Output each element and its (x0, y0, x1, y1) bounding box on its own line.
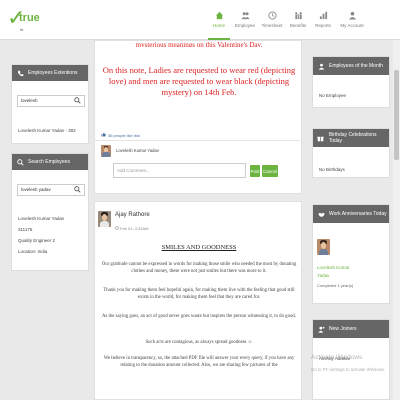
likes-count[interactable]: 36 people like this (101, 132, 140, 138)
panel-title: Employees Extentions (28, 70, 78, 76)
post-date: Feb 01, 4:33AM (115, 226, 148, 231)
employees-of-month-panel: Employees of the Month No Employee (312, 56, 390, 108)
gift-icon (317, 134, 325, 142)
clock-icon (267, 11, 277, 20)
anniversary-avatar[interactable] (317, 239, 330, 255)
home-icon (215, 11, 224, 20)
anniversary-name-line-1[interactable]: Lovelesh Kumar (317, 265, 350, 270)
user-plus-icon (317, 325, 325, 333)
logo-subtext: hr (20, 27, 24, 32)
nav-benefits-label: Benefits (289, 23, 307, 28)
panel-title: Work Anniversaries Today (329, 211, 387, 217)
employee-title: Quality Engineer 2 (18, 238, 56, 243)
work-anniversaries-panel: Work Anniversaries Today Lovelesh Kumar … (312, 204, 390, 304)
windows-watermark-line-1: Activate Windows (311, 354, 363, 361)
nav-home[interactable]: Home (208, 0, 230, 40)
nav-timesheet[interactable]: Timesheet (260, 0, 284, 40)
employee-location: Location: India (18, 249, 48, 254)
post-title: SMILES AND GOODNESS (161, 244, 237, 251)
logo-text: true (19, 12, 40, 24)
post-highlight-text: On this note, Ladies are requested to we… (102, 65, 296, 97)
post-paragraph-3: As the saying goes, an act of good never… (102, 314, 296, 319)
panel-header: Employees of the Month (313, 57, 389, 75)
comment-placeholder: Add Comment... (117, 168, 150, 173)
search-icon (16, 158, 24, 166)
anniversary-completed: Completed 1 year(s) (317, 283, 354, 288)
panel-title: Search Employees (28, 159, 70, 165)
truehr-logo[interactable]: ✓ true hr (4, 4, 40, 36)
post-date-text: Feb 01, 4:33AM (120, 226, 149, 231)
nav-my-account[interactable]: My Account (337, 0, 367, 40)
handshake-icon (317, 210, 325, 218)
panel-title: Employees of the Month (329, 63, 383, 69)
panel-header: Birthday Celebrations Today (313, 129, 389, 147)
user-icon (317, 62, 325, 70)
nav-home-label: Home (212, 23, 225, 28)
search-employees-panel: Search Employees lovelesh yadav Lovelesh… (11, 153, 89, 271)
post-paragraph-1: Our gratitude cannot be expressed in wor… (101, 262, 297, 274)
search-value: lovelesh (21, 98, 38, 103)
nav-timesheet-label: Timesheet (261, 23, 283, 28)
top-navbar: ✓ true hr Home Employee Timesheet Benefi… (0, 0, 400, 40)
post-button[interactable]: Post (250, 165, 260, 177)
commenter-name[interactable]: Lovelesh Kumar Yadav (116, 148, 159, 153)
post-paragraph-5: We believe in transparency, so, the atta… (103, 356, 295, 368)
comment-input[interactable]: Add Comment... (113, 163, 246, 178)
author-avatar[interactable] (98, 211, 111, 227)
anniversary-name-line-2[interactable]: Yadav (317, 273, 329, 278)
family-icon (294, 11, 303, 20)
birthdays-body: No Birthdays (319, 167, 345, 172)
panel-header: Work Anniversaries Today (313, 205, 389, 223)
divider (95, 140, 303, 141)
likes-text: 36 people like this (108, 132, 141, 138)
panel-title: New Joiners (329, 326, 357, 332)
employees-month-body: No Employee (319, 93, 347, 98)
panel-header: Search Employees (12, 154, 88, 170)
scrollbar-thumb[interactable] (394, 70, 399, 160)
feed-post-smiles: Ajay Rathore Feb 01, 4:33AM SMILES AND G… (94, 201, 302, 400)
nav-reports[interactable]: Reports (312, 0, 334, 40)
nav-employee-label: Employee (234, 23, 255, 28)
cancel-button[interactable]: Cancel (262, 165, 278, 177)
reports-icon (319, 11, 328, 20)
nav-my-account-label: My Account (340, 23, 364, 28)
panel-header: New Joiners (313, 320, 389, 338)
clock-icon (115, 226, 119, 231)
employee-extensions-panel: Employees Extentions lovelesh Lovelesh K… (11, 64, 89, 144)
panel-title: Birthday Celebrations Today (328, 132, 377, 144)
page-scrollbar[interactable] (393, 40, 400, 400)
post-cut-line: mysterious meanings on this Valentine's … (135, 41, 263, 47)
nav-reports-label: Reports (315, 23, 331, 28)
employee-search-input[interactable]: lovelesh yadav (17, 184, 85, 196)
account-icon (348, 11, 357, 20)
search-icon[interactable] (74, 186, 82, 194)
post-paragraph-2: Thank you for making them feel hopeful a… (103, 288, 295, 300)
extension-search-input[interactable]: lovelesh (17, 95, 85, 107)
thumbs-up-icon (101, 132, 106, 138)
post-paragraph-4: Such acts are contagious, as always spre… (145, 340, 253, 345)
nav-employee[interactable]: Employee (233, 0, 257, 40)
panel-header: Employees Extentions (12, 65, 88, 81)
nav-benefits[interactable]: Benefits (287, 0, 309, 40)
birthday-panel: Birthday Celebrations Today No Birthdays (312, 128, 390, 178)
commenter-avatar[interactable] (101, 145, 111, 157)
employee-id: 311175 (18, 227, 33, 232)
search-icon[interactable] (74, 97, 82, 105)
employee-name[interactable]: Lovelesh Kumar Yadav (18, 216, 64, 221)
post-author[interactable]: Ajay Rathore (115, 212, 150, 218)
people-icon (240, 11, 250, 20)
feed-post-valentine: mysterious meanings on this Valentine's … (94, 40, 303, 194)
main-nav: Home Employee Timesheet Benefits Reports (208, 0, 370, 40)
phone-icon (16, 69, 24, 77)
extension-result[interactable]: Lovelesh Kumar Yadav - 392 (18, 128, 76, 133)
windows-watermark-line-2: Go to PC settings to activate Windows. (311, 367, 386, 372)
search-value: lovelesh yadav (21, 187, 51, 192)
